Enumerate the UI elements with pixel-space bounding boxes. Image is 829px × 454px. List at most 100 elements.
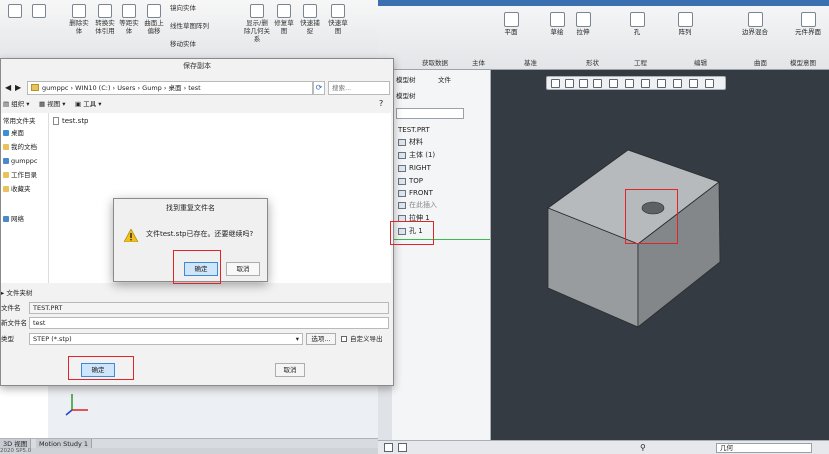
tree-item-material[interactable]: 材料: [398, 137, 423, 147]
boundary-blend-button[interactable]: 边界混合: [738, 12, 772, 36]
new-filename-input[interactable]: test: [29, 317, 389, 329]
confirm-cancel-button[interactable]: 取消: [226, 262, 260, 276]
linear-pattern-button[interactable]: 线性草图阵列: [170, 22, 230, 30]
tree-item-body[interactable]: 主体 (1): [398, 150, 435, 160]
organize-menu[interactable]: ▤ 组织 ▾: [3, 97, 30, 111]
address-bar[interactable]: gumppc › WIN10 (C:) › Users › Gump › 桌面 …: [27, 81, 313, 95]
back-icon[interactable]: ◀: [5, 83, 11, 92]
component-interface-button[interactable]: 元件界面: [790, 12, 826, 36]
refit-icon[interactable]: [551, 79, 560, 88]
file-item[interactable]: test.stp: [53, 117, 89, 126]
save-cancel-button[interactable]: 取消: [275, 363, 305, 377]
group-shapes[interactable]: 形状: [586, 58, 599, 68]
filename-label: 文件名: [1, 304, 21, 312]
nav-item-working-dir[interactable]: 工作目录: [3, 171, 37, 180]
zoom-in-icon[interactable]: [565, 79, 574, 88]
tree-item-hole[interactable]: 孔 1: [398, 226, 423, 236]
options-button[interactable]: 选项...: [306, 333, 336, 345]
extrude-button[interactable]: 拉伸: [572, 12, 594, 36]
breadcrumb-test[interactable]: test: [188, 84, 200, 92]
view-manager-icon[interactable]: [641, 79, 650, 88]
pattern-button[interactable]: 阵列: [674, 12, 696, 36]
tab-files[interactable]: 文件: [438, 74, 451, 86]
refresh-icon[interactable]: ⟳: [313, 81, 325, 95]
breadcrumb-gump[interactable]: Gump: [142, 84, 162, 92]
quick-snaps-button[interactable]: 快速捕捉: [298, 4, 322, 35]
tree-item-top[interactable]: TOP: [398, 176, 423, 186]
browser-toggle-icon[interactable]: [398, 443, 407, 452]
breadcrumb-drive[interactable]: WIN10 (C:): [75, 84, 110, 92]
convert-entities-button[interactable]: 转换实体引用: [94, 4, 116, 35]
repaint-icon[interactable]: [593, 79, 602, 88]
boundary-blend-icon: [747, 12, 763, 27]
breadcrumb-desktop[interactable]: 桌面: [169, 84, 182, 92]
tree-item-front[interactable]: FRONT: [398, 188, 433, 198]
favorites-icon: [3, 186, 9, 192]
folder-tree-toggle[interactable]: ▸ 文件夹树: [1, 287, 393, 299]
group-body[interactable]: 主体: [472, 58, 485, 68]
sketch-tools-group[interactable]: [4, 4, 26, 19]
group-surfaces[interactable]: 曲面: [754, 58, 767, 68]
tree-item-root[interactable]: TEST.PRT: [398, 125, 430, 135]
display-style-icon[interactable]: [609, 79, 618, 88]
forward-icon[interactable]: ▶: [15, 83, 21, 92]
curve-tools-group[interactable]: [28, 4, 50, 19]
cube-model: [547, 149, 721, 328]
offset-entities-button[interactable]: 等距实体: [118, 4, 140, 35]
solidworks-status-bar: 2020 SP5.0: [0, 448, 378, 454]
search-input[interactable]: 搜索...: [328, 81, 390, 95]
tab-model-tree[interactable]: 模型树: [396, 74, 416, 86]
group-editing[interactable]: 编辑: [694, 58, 707, 68]
plane-button[interactable]: 平面: [500, 12, 522, 36]
custom-export-checkbox[interactable]: 自定义导出: [341, 333, 383, 346]
type-row: 类型 STEP (*.stp) ▾ 选项... 自定义导出: [1, 333, 393, 346]
datum-display-icon[interactable]: [673, 79, 682, 88]
saved-views-icon[interactable]: [625, 79, 634, 88]
save-ok-button[interactable]: 确定: [81, 363, 115, 377]
hole-button[interactable]: 孔: [626, 12, 648, 36]
group-datum[interactable]: 基准: [524, 58, 537, 68]
tree-item-extrude[interactable]: 拉伸 1: [398, 213, 430, 223]
creo-graphics-area[interactable]: [491, 70, 829, 440]
tree-item-insert-here[interactable]: 在此插入: [398, 200, 437, 210]
group-engineering[interactable]: 工程: [634, 58, 647, 68]
tree-item-right[interactable]: RIGHT: [398, 163, 431, 173]
group-get-data[interactable]: 获取数据: [422, 58, 448, 68]
confirm-message: 文件test.stp已存在。还要继续吗?: [146, 230, 254, 238]
spin-center-icon[interactable]: [705, 79, 714, 88]
solidworks-graphics-area[interactable]: [48, 384, 378, 438]
nav-item-gumppc[interactable]: gumppc: [3, 157, 37, 166]
view-menu[interactable]: ▦ 视图 ▾: [39, 97, 66, 111]
sketch-icon: [549, 12, 565, 27]
annotation-display-icon[interactable]: [689, 79, 698, 88]
confirm-ok-button[interactable]: 确定: [184, 262, 218, 276]
confirm-title: 找到重复文件名: [166, 204, 215, 212]
move-entities-button[interactable]: 移动实体: [170, 40, 230, 48]
help-icon[interactable]: ?: [379, 97, 383, 111]
sketch-button[interactable]: 草绘: [546, 12, 568, 36]
zoom-out-icon[interactable]: [579, 79, 588, 88]
perspective-icon[interactable]: [657, 79, 666, 88]
find-icon[interactable]: ⚲: [640, 443, 646, 452]
nav-item-documents[interactable]: 我的文档: [3, 143, 37, 152]
breadcrumb-users[interactable]: Users: [117, 84, 135, 92]
tree-search-input[interactable]: [396, 108, 464, 119]
selection-filter[interactable]: 几何: [716, 443, 812, 453]
nav-item-network[interactable]: 网络: [3, 215, 24, 224]
nav-item-favorites[interactable]: 收藏夹: [3, 185, 31, 194]
trim-entities-button[interactable]: 删除实体: [68, 4, 90, 35]
offset-on-surface-button[interactable]: 曲面上偏移: [142, 4, 166, 35]
mirror-entities-button[interactable]: 镜向实体: [170, 4, 230, 12]
file-icon: [53, 117, 59, 125]
repair-sketch-button[interactable]: 修复草图: [272, 4, 296, 35]
breadcrumb-gumppc[interactable]: gumppc: [42, 84, 68, 92]
rapid-sketch-button[interactable]: 快速草图: [326, 4, 350, 35]
navigator-toggle-icon[interactable]: [384, 443, 393, 452]
tools-menu[interactable]: ▣ 工具 ▾: [75, 97, 102, 111]
nav-item-desktop[interactable]: 桌面: [3, 129, 24, 138]
tree-header[interactable]: 模型树: [396, 90, 416, 102]
group-model-intent[interactable]: 模型意图: [790, 58, 816, 68]
display-relations-button[interactable]: 显示/删除几何关系: [244, 4, 270, 43]
convert-icon: [98, 4, 112, 18]
type-select[interactable]: STEP (*.stp) ▾: [29, 333, 303, 345]
